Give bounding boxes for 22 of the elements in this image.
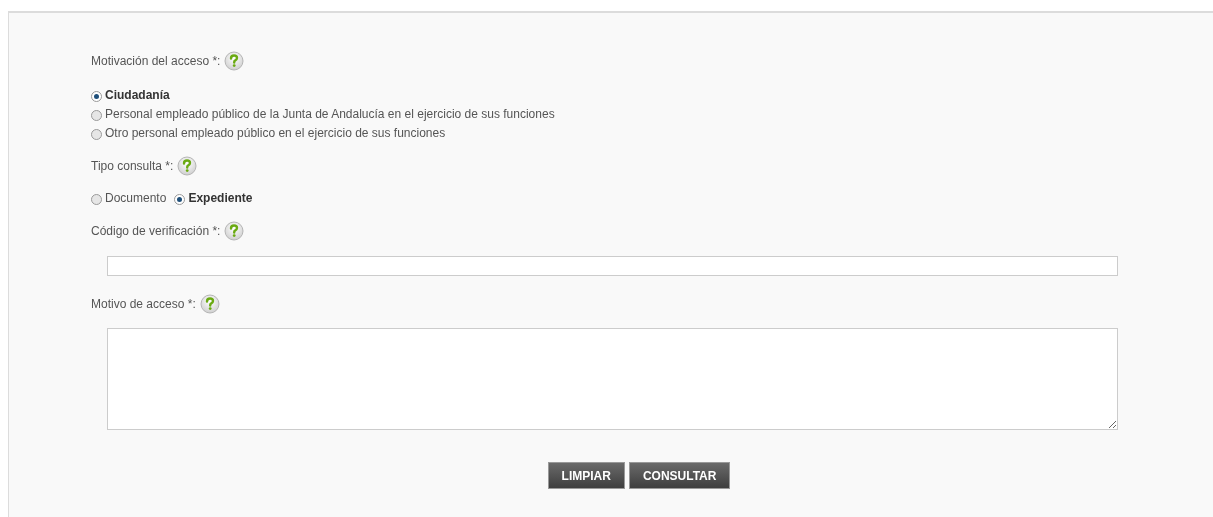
radio-button[interactable] [91, 110, 102, 121]
help-icon[interactable] [224, 51, 245, 71]
radio-label[interactable]: Otro personal empleado público en el ejercicio de sus funciones [105, 125, 446, 141]
text-area[interactable] [107, 328, 1118, 430]
radio-label[interactable]: Expediente [188, 190, 253, 206]
field-label: Código de verificación *: [91, 223, 221, 240]
radio-label[interactable]: Documento [105, 190, 167, 206]
help-icon[interactable] [177, 156, 198, 176]
radio-button[interactable] [91, 91, 102, 102]
input-field[interactable] [107, 256, 1118, 276]
radio-button[interactable] [91, 129, 102, 140]
radio-label[interactable]: Ciudadanía [105, 87, 170, 103]
field-label: Motivo de acceso *: [91, 296, 196, 313]
radio-button[interactable] [91, 194, 102, 205]
help-icon[interactable] [199, 294, 220, 314]
radio-button[interactable] [174, 194, 186, 205]
field-label: Tipo consulta *: [91, 158, 174, 175]
radio-label[interactable]: Personal empleado público de la Junta de Andalucía en el ejercicio de sus funciones [105, 106, 555, 122]
help-icon[interactable] [224, 221, 245, 241]
action-button[interactable]: CONSULTAR [628, 462, 731, 489]
field-label: Motivación del acceso *: [91, 53, 221, 70]
action-button[interactable]: LIMPIAR [547, 462, 625, 489]
